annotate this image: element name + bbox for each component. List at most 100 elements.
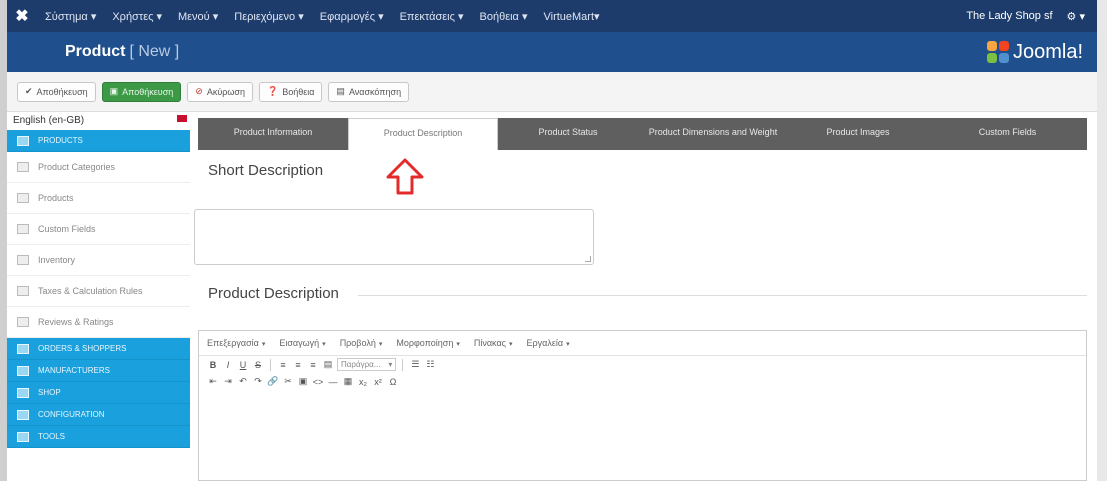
superscript-icon[interactable]: x²	[372, 375, 384, 388]
sidebar-item-product-categories[interactable]: Product Categories	[7, 152, 190, 183]
language-label: English (en-GB)	[7, 112, 190, 130]
sidebar-header-configuration[interactable]: CONFIGURATION	[7, 404, 190, 426]
product-description-heading: Product Description	[208, 285, 339, 302]
tab-product-images[interactable]: Product Images	[788, 118, 928, 150]
folder-icon	[17, 162, 29, 172]
editor-menu-table[interactable]: Πίνακας ▾	[474, 338, 513, 348]
bullet-list-icon[interactable]: ☰	[409, 358, 421, 371]
undo-icon[interactable]: ↶	[237, 375, 249, 388]
editor-menu-view[interactable]: Προβολή ▾	[340, 338, 383, 348]
horizontal-rule-icon[interactable]: —	[327, 375, 339, 388]
title-bar: Product[ New ] Joomla!	[7, 32, 1097, 72]
sidebar-header-shop[interactable]: SHOP	[7, 382, 190, 404]
cancel-button[interactable]: ⊘ Ακύρωση	[187, 81, 253, 102]
align-justify-icon[interactable]: ▤	[322, 358, 334, 371]
page-subtitle: [ New ]	[129, 43, 180, 60]
sidebar-item-taxes[interactable]: Taxes & Calculation Rules	[7, 276, 190, 307]
unlink-icon[interactable]: ✂	[282, 375, 294, 388]
menu-users[interactable]: Χρήστες ▾	[104, 10, 170, 23]
section-divider	[358, 295, 1087, 296]
subscript-icon[interactable]: x₂	[357, 375, 369, 388]
image-icon[interactable]: ▣	[297, 375, 309, 388]
menu-extensions[interactable]: Επεκτάσεις ▾	[392, 10, 472, 23]
preview-button[interactable]: ▤ Ανασκόπηση	[328, 81, 410, 102]
table-icon[interactable]: ▦	[342, 375, 354, 388]
menu-components[interactable]: Εφαρμογές ▾	[312, 10, 392, 23]
editor-menu-edit[interactable]: Επεξεργασία ▾	[207, 338, 265, 348]
tab-custom-fields[interactable]: Custom Fields	[928, 118, 1087, 150]
sidebar-header-products[interactable]: PRODUCTS	[7, 130, 190, 152]
save-close-button[interactable]: ✔ Αποθήκευση	[17, 81, 96, 102]
editor-menu-tools[interactable]: Εργαλεία ▾	[527, 338, 570, 348]
tab-product-dimensions[interactable]: Product Dimensions and Weight	[638, 118, 788, 150]
toolbar: ✔ Αποθήκευση ▣ Αποθήκευση ⊘ Ακύρωση ❓ Βοήθει…	[7, 72, 1097, 112]
editor-menu-insert[interactable]: Εισαγωγή ▾	[279, 338, 325, 348]
rich-text-editor[interactable]: Επεξεργασία ▾ Εισαγωγή ▾ Προβολή ▾ Μορφοποί…	[198, 330, 1087, 481]
underline-button[interactable]: U	[237, 358, 249, 371]
menu-content[interactable]: Περιεχόμενο ▾	[226, 10, 312, 23]
help-button[interactable]: ❓ Βοήθεια	[258, 81, 323, 102]
page-title: Product[ New ]	[65, 43, 180, 60]
main-content: Product Information Product Description …	[190, 112, 1097, 481]
preview-icon: ▤	[336, 86, 345, 96]
menu-system[interactable]: Σύστημα ▾	[37, 10, 104, 23]
list-icon	[17, 193, 29, 203]
custom-fields-icon	[17, 224, 29, 234]
menu-help[interactable]: Βοήθεια ▾	[472, 10, 536, 23]
numbered-list-icon[interactable]: ☷	[424, 358, 436, 371]
align-right-icon[interactable]: ≡	[307, 358, 319, 371]
joomla-x-icon[interactable]: ✖	[7, 6, 37, 26]
strikethrough-button[interactable]: S	[252, 358, 264, 371]
italic-button[interactable]: I	[222, 358, 234, 371]
joomla-logo: Joomla!	[986, 41, 1083, 64]
products-icon	[17, 135, 29, 146]
sidebar-header-tools[interactable]: TOOLS	[7, 426, 190, 448]
short-description-heading: Short Description	[208, 162, 324, 179]
special-char-icon[interactable]: Ω	[387, 375, 399, 388]
bold-button[interactable]: B	[207, 358, 219, 371]
sidebar-item-inventory[interactable]: Inventory	[7, 245, 190, 276]
uk-flag-icon	[177, 115, 187, 122]
sidebar-item-custom-fields[interactable]: Custom Fields	[7, 214, 190, 245]
calculator-icon	[17, 286, 29, 296]
cancel-icon: ⊘	[195, 86, 203, 96]
align-center-icon[interactable]: ≡	[292, 358, 304, 371]
link-icon[interactable]: 🔗	[267, 375, 279, 388]
save-icon: ▣	[109, 86, 119, 96]
align-left-icon[interactable]: ≡	[277, 358, 289, 371]
sidebar-header-manufacturers[interactable]: MANUFACTURERS	[7, 360, 190, 382]
short-description-textarea[interactable]	[194, 209, 594, 265]
inventory-icon	[17, 255, 29, 265]
red-up-arrow-icon	[386, 158, 424, 195]
editor-toolbar-row-1: B I U S ≡ ≡ ≡ ▤ Παράγρα... ▾ ☰ ☷	[199, 356, 1086, 373]
gear-icon[interactable]: ⚙ ▾	[1067, 10, 1085, 23]
menu-virtuemart[interactable]: VirtueMart▾	[535, 10, 607, 23]
manufacturers-icon	[17, 365, 29, 376]
sidebar-item-products[interactable]: Products	[7, 183, 190, 214]
save-button[interactable]: ▣ Αποθήκευση	[101, 81, 182, 102]
redo-icon[interactable]: ↷	[252, 375, 264, 388]
sidebar-header-orders[interactable]: ORDERS & SHOPPERS	[7, 338, 190, 360]
configuration-icon	[17, 409, 29, 420]
editor-toolbar-row-2: ⇤ ⇥ ↶ ↷ 🔗 ✂ ▣ <> — ▦ x₂ x² Ω	[199, 373, 1086, 390]
sidebar-item-reviews[interactable]: Reviews & Ratings	[7, 307, 190, 338]
check-icon: ✔	[25, 86, 33, 96]
tab-product-status[interactable]: Product Status	[498, 118, 638, 150]
tab-product-information[interactable]: Product Information	[198, 118, 348, 150]
format-select[interactable]: Παράγρα... ▾	[337, 358, 397, 371]
tab-product-description[interactable]: Product Description	[348, 118, 498, 150]
outdent-icon[interactable]: ⇤	[207, 375, 219, 388]
menu-menus[interactable]: Μενού ▾	[170, 10, 226, 23]
editor-menu-format[interactable]: Μορφοποίηση ▾	[396, 338, 460, 348]
star-icon	[17, 317, 29, 327]
sidebar: English (en-GB) PRODUCTS Product Categor…	[7, 112, 190, 481]
editor-menubar: Επεξεργασία ▾ Εισαγωγή ▾ Προβολή ▾ Μορφοποί…	[199, 331, 1086, 356]
product-tabs: Product Information Product Description …	[198, 118, 1087, 150]
top-menubar: ✖ Σύστημα ▾ Χρήστες ▾ Μενού ▾ Περιεχόμεν…	[7, 0, 1097, 32]
indent-icon[interactable]: ⇥	[222, 375, 234, 388]
help-icon: ❓	[266, 86, 279, 96]
shop-icon	[17, 387, 29, 398]
code-icon[interactable]: <>	[312, 375, 324, 388]
tools-icon	[17, 431, 29, 442]
site-name-link[interactable]: The Lady Shop sf	[966, 10, 1052, 22]
